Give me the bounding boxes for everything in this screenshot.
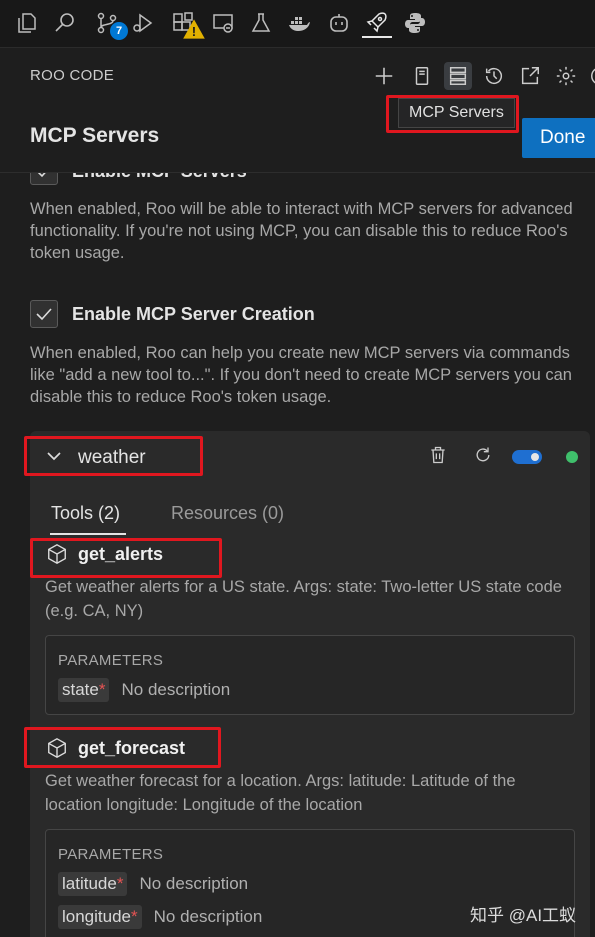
enable-creation-row: Enable MCP Server Creation [30,300,315,328]
testing-icon[interactable] [246,8,276,38]
parameters-label: PARAMETERS [58,846,164,863]
server-header[interactable]: weather [30,431,590,481]
cube-icon [48,544,66,564]
tool-name: get_forecast [78,737,186,758]
python-icon[interactable] [400,8,430,38]
open-in-editor-button[interactable] [516,62,544,90]
chevron-down-icon [47,452,61,461]
parameter-row: state* No description [58,678,230,702]
remote-explorer-icon[interactable] [208,8,238,38]
new-task-button[interactable] [370,62,398,90]
panel-header: ROO CODE [0,48,595,104]
server-name: weather [78,447,146,468]
parameter-row: latitude* No description [58,872,248,896]
tab-tools[interactable]: Tools (2) [51,503,120,524]
parameter-description: No description [139,874,249,893]
notebook-icon [415,67,429,85]
plus-icon [375,67,393,85]
parameter-name: state* [58,678,110,702]
mcp-settings-content: Enable MCP Servers When enabled, Roo wil… [0,173,595,937]
svg-text:!: ! [192,24,196,39]
parameter-name: longitude* [58,905,142,929]
param-name-text: latitude [62,874,117,893]
copilot-icon[interactable] [324,8,354,38]
done-button[interactable]: Done [522,118,595,158]
param-name-text: state [62,680,99,699]
docker-icon[interactable] [284,8,314,38]
toggle-knob [531,453,539,461]
roo-code-icon[interactable] [362,8,392,38]
required-marker: * [131,907,138,926]
required-marker: * [116,874,124,893]
param-name-text: longitude [62,907,132,926]
mcp-servers-button[interactable] [444,62,472,90]
search-icon[interactable] [50,8,80,38]
enable-mcp-description: When enabled, Roo will be able to intera… [30,200,573,262]
enable-mcp-row: Enable MCP Servers [30,173,247,185]
enable-creation-checkbox[interactable] [30,300,58,328]
watermark: 知乎 @AI工蚁 [470,906,577,925]
account-icon [591,68,595,84]
prompts-button[interactable] [408,62,436,90]
delete-server-button[interactable] [426,443,450,467]
parameter-row: longitude* No description [58,905,262,929]
mcp-servers-tooltip: MCP Servers [398,98,515,128]
tool-name: get_alerts [78,543,164,564]
required-marker: * [98,680,106,699]
server-icon [449,67,467,85]
explorer-icon[interactable] [12,8,42,38]
active-tab-indicator [50,533,126,535]
restart-server-button[interactable] [471,443,495,467]
history-icon [485,67,503,85]
parameter-description: No description [153,907,263,926]
trash-icon [431,446,445,464]
parameter-description: No description [121,680,231,699]
account-button[interactable] [586,62,595,90]
enable-mcp-label: Enable MCP Servers [72,173,247,182]
history-button[interactable] [480,62,508,90]
source-control-badge: 7 [110,22,128,40]
run-debug-icon[interactable] [128,8,158,38]
enable-creation-description: When enabled, Roo can help you create ne… [30,344,572,406]
activity-bar: 7 ! [0,0,595,48]
server-tabs: Tools (2) Resources (0) [30,499,590,535]
tool-description: Get weather alerts for a US state. Args:… [45,578,562,620]
settings-button[interactable] [552,62,580,90]
parameters-label: PARAMETERS [58,652,164,669]
tool-parameters: PARAMETERS state* No description [45,635,575,715]
server-status-dot [566,451,578,463]
server-enabled-toggle[interactable] [512,450,542,464]
check-icon [37,173,46,178]
gear-icon [556,66,576,86]
tab-resources[interactable]: Resources (0) [171,503,284,524]
enable-creation-label: Enable MCP Server Creation [72,303,315,324]
warning-icon: ! [183,19,205,39]
cube-icon [48,738,66,758]
tool-get-alerts-header: get_alerts [46,543,163,565]
page-title: MCP Servers [30,124,160,147]
refresh-icon [476,447,490,462]
tool-description: Get weather forecast for a location. Arg… [45,772,516,814]
panel-title: ROO CODE [30,67,115,84]
source-control-icon[interactable]: 7 [92,8,128,40]
external-link-icon [521,67,539,85]
tool-get-forecast-header: get_forecast [46,737,185,759]
extensions-icon[interactable]: ! [168,8,205,39]
server-card: weather Tools (2) Resources (0) get_aler… [30,431,590,937]
check-icon [36,308,52,321]
enable-mcp-checkbox[interactable] [30,173,58,185]
parameter-name: latitude* [58,872,128,896]
